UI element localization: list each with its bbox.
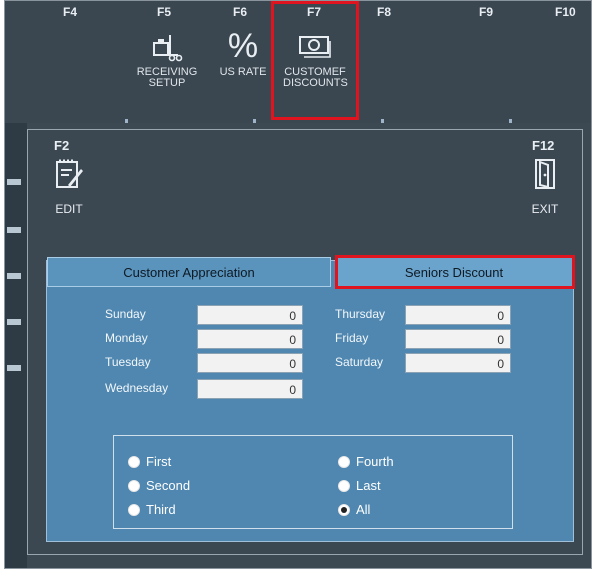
door-exit-icon <box>518 150 572 198</box>
radio-dot <box>128 503 140 516</box>
us-rate-button[interactable]: % US RATE <box>211 25 275 78</box>
fkey-f10: F10 <box>555 5 576 19</box>
radio-dot <box>128 455 140 468</box>
radio-dot-selected <box>338 503 350 516</box>
radio-third-label: Third <box>146 502 176 517</box>
label-tuesday: Tuesday <box>105 355 151 369</box>
fkey-f8: F8 <box>377 5 392 19</box>
field-tuesday[interactable]: 0 <box>197 353 303 373</box>
field-saturday[interactable]: 0 <box>405 353 511 373</box>
receiving-setup-label: RECEIVING SETUP <box>136 66 198 89</box>
field-sunday[interactable]: 0 <box>197 305 303 325</box>
app-window: F4 F5 F6 F7 F8 F9 F10 RECEIVING SETUP % … <box>4 0 592 569</box>
us-rate-label: US RATE <box>219 66 267 78</box>
field-monday[interactable]: 0 <box>197 329 303 349</box>
discounts-dialog: F2 F12 EDIT EXIT Customer Appreciation S… <box>27 129 583 555</box>
edit-label: EDIT <box>55 202 83 216</box>
background-window-strip <box>5 123 27 568</box>
toolbar-divider <box>5 119 591 123</box>
label-wednesday: Wednesday <box>105 381 169 395</box>
edit-button[interactable]: EDIT <box>42 150 96 216</box>
radio-dot <box>128 479 140 492</box>
occurrence-radio-group: First Second Third Fourth Last All <box>113 435 513 529</box>
radio-last-label: Last <box>356 478 381 493</box>
radio-fourth-label: Fourth <box>356 454 394 469</box>
discount-panel: Customer Appreciation Seniors Discount S… <box>46 255 575 542</box>
seniors-discount-highlight <box>335 255 575 289</box>
radio-third[interactable]: Third <box>128 502 176 517</box>
radio-dot <box>338 455 350 468</box>
radio-dot <box>338 479 350 492</box>
percent-icon: % <box>227 27 259 65</box>
field-wednesday[interactable]: 0 <box>197 379 303 399</box>
function-toolbar: F4 F5 F6 F7 F8 F9 F10 RECEIVING SETUP % … <box>5 1 591 123</box>
label-monday: Monday <box>105 331 148 345</box>
field-thursday[interactable]: 0 <box>405 305 511 325</box>
edit-icon <box>42 150 96 198</box>
radio-all[interactable]: All <box>338 502 370 517</box>
label-sunday: Sunday <box>105 307 146 321</box>
cart-icon <box>135 25 199 67</box>
tab-customer-appreciation[interactable]: Customer Appreciation <box>47 257 331 287</box>
radio-last[interactable]: Last <box>338 478 381 493</box>
fkey-f6: F6 <box>233 5 248 19</box>
customer-discounts-highlight <box>271 1 359 120</box>
radio-second[interactable]: Second <box>128 478 190 493</box>
exit-button[interactable]: EXIT <box>518 150 572 216</box>
receiving-setup-button[interactable]: RECEIVING SETUP <box>135 25 199 89</box>
fkey-f9: F9 <box>479 5 494 19</box>
label-saturday: Saturday <box>335 355 384 369</box>
field-friday[interactable]: 0 <box>405 329 511 349</box>
radio-first[interactable]: First <box>128 454 171 469</box>
fkey-f5: F5 <box>157 5 172 19</box>
radio-fourth[interactable]: Fourth <box>338 454 394 469</box>
radio-all-label: All <box>356 502 371 517</box>
label-friday: Friday <box>335 331 369 345</box>
radio-first-label: First <box>146 454 172 469</box>
radio-second-label: Second <box>146 478 191 493</box>
fkey-f4: F4 <box>63 5 78 19</box>
exit-label: EXIT <box>531 202 559 216</box>
label-thursday: Thursday <box>335 307 386 321</box>
